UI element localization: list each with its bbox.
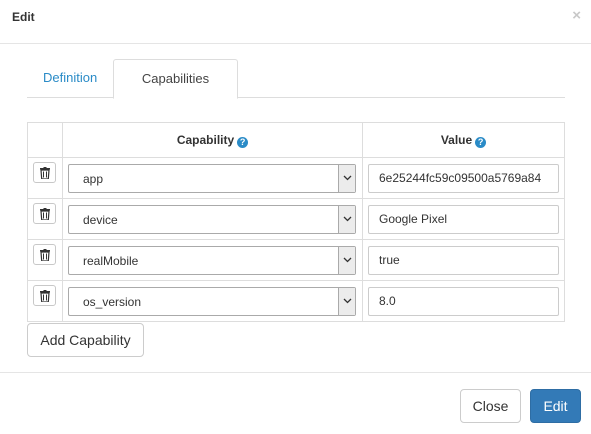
close-icon[interactable]: × <box>572 7 581 25</box>
tab-bar: Definition Capabilities <box>27 59 565 99</box>
capability-cell: realMobile <box>62 239 363 281</box>
table-row: device Google Pixel <box>27 198 565 240</box>
value-input[interactable]: 8.0 <box>368 286 559 316</box>
select-arrow <box>338 205 355 233</box>
chevron-down-icon <box>343 298 352 303</box>
delete-cell <box>27 157 63 199</box>
value-cell: true <box>362 239 565 281</box>
edit-button[interactable]: Edit <box>530 389 581 423</box>
capability-select-value: app <box>83 171 104 186</box>
help-icon[interactable]: ? <box>475 136 487 148</box>
delete-cell <box>27 239 63 281</box>
table-row: realMobile true <box>27 239 565 281</box>
trash-icon <box>40 289 50 302</box>
table-header-row: Capability? Value? <box>27 122 565 158</box>
capability-cell: app <box>62 157 363 199</box>
capability-select[interactable]: realMobile <box>68 245 356 275</box>
capabilities-table: Capability? Value? app 6e25244fc59c09500… <box>27 122 565 322</box>
value-input[interactable]: true <box>368 245 559 275</box>
capability-select[interactable]: device <box>68 204 356 234</box>
delete-row-button[interactable] <box>33 284 56 306</box>
value-input[interactable]: Google Pixel <box>368 204 559 234</box>
capability-select-value: os_version <box>83 294 142 309</box>
tab-capabilities[interactable]: Capabilities <box>113 59 238 99</box>
capability-select[interactable]: os_version <box>68 286 356 316</box>
value-cell: Google Pixel <box>362 198 565 240</box>
trash-icon <box>40 207 50 220</box>
delete-row-button[interactable] <box>33 161 56 183</box>
modal-header: Edit × <box>0 0 591 44</box>
modal-footer: Close Edit <box>0 372 591 434</box>
value-input[interactable]: 6e25244fc59c09500a5769a84 <box>368 163 559 193</box>
select-arrow <box>338 287 355 315</box>
capability-column-header: Capability? <box>62 122 363 158</box>
value-cell: 8.0 <box>362 280 565 322</box>
value-header-label: Value <box>440 132 473 147</box>
value-column-header: Value? <box>362 122 565 158</box>
trash-icon <box>40 248 50 261</box>
chevron-down-icon <box>343 175 352 180</box>
tab-definition[interactable]: Definition <box>28 59 112 98</box>
capability-select[interactable]: app <box>68 163 356 193</box>
capability-cell: device <box>62 198 363 240</box>
capability-select-value: realMobile <box>83 253 139 268</box>
delete-cell <box>27 198 63 240</box>
table-row: app 6e25244fc59c09500a5769a84 <box>27 157 565 199</box>
select-arrow <box>338 246 355 274</box>
add-capability-button[interactable]: Add Capability <box>27 323 144 357</box>
capability-cell: os_version <box>62 280 363 322</box>
select-arrow <box>338 164 355 192</box>
chevron-down-icon <box>343 257 352 262</box>
delete-column-header <box>27 122 63 158</box>
table-row: os_version 8.0 <box>27 280 565 322</box>
delete-row-button[interactable] <box>33 243 56 265</box>
value-cell: 6e25244fc59c09500a5769a84 <box>362 157 565 199</box>
help-icon[interactable]: ? <box>237 136 249 148</box>
capability-header-label: Capability <box>176 132 235 147</box>
delete-cell <box>27 280 63 322</box>
modal-title: Edit <box>12 10 35 24</box>
chevron-down-icon <box>343 216 352 221</box>
trash-icon <box>40 166 50 179</box>
close-button[interactable]: Close <box>460 389 521 423</box>
capability-select-value: device <box>83 212 118 227</box>
delete-row-button[interactable] <box>33 202 56 224</box>
